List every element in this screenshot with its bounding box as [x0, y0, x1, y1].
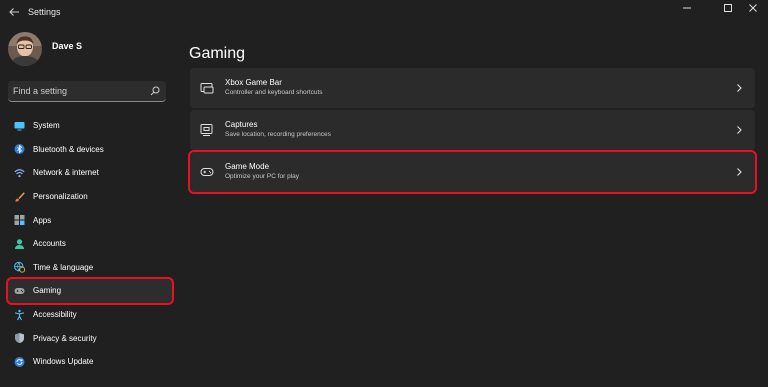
capture-icon	[200, 124, 213, 136]
user-name: Dave S	[52, 41, 83, 51]
sidebar-item-label: Accessibility	[33, 310, 77, 320]
sidebar-item-label: Network & internet	[33, 168, 99, 178]
sidebar-item-gaming[interactable]: Gaming	[6, 277, 174, 305]
card-title: Captures	[225, 120, 258, 129]
card-subtitle: Optimize your PC for play	[225, 173, 300, 180]
minimize-icon	[683, 7, 691, 9]
avatar[interactable]	[8, 32, 42, 66]
sidebar-item-bluetooth-devices[interactable]: Bluetooth & devices	[8, 138, 172, 162]
minimize-button[interactable]	[672, 0, 702, 16]
sidebar-item-time-language[interactable]: Time & language	[8, 256, 172, 280]
sidebar-item-label: Gaming	[33, 286, 62, 296]
card-title: Game Mode	[225, 162, 270, 171]
card-captures[interactable]: Captures Save location, recording prefer…	[190, 110, 755, 150]
accessibility-icon	[14, 309, 25, 320]
person-icon	[14, 238, 25, 249]
sidebar-item-label: Accounts	[33, 239, 66, 249]
chevron-right-icon	[737, 168, 742, 176]
bluetooth-icon	[14, 144, 25, 155]
sidebar-item-privacy-security[interactable]: Privacy & security	[8, 326, 172, 350]
page-title: Gaming	[189, 44, 246, 62]
back-arrow-icon[interactable]	[8, 6, 20, 18]
maximize-icon	[724, 4, 732, 12]
sidebar-nav: System Bluetooth & devices Network & int…	[6, 114, 174, 374]
sidebar-item-label: Apps	[33, 215, 52, 225]
sidebar-item-label: Windows Update	[33, 357, 94, 367]
sidebar-item-apps[interactable]: Apps	[8, 208, 172, 232]
sidebar-item-label: Personalization	[33, 192, 88, 202]
close-button[interactable]	[738, 0, 768, 16]
search-input[interactable]	[13, 83, 143, 99]
user-photo	[8, 32, 42, 66]
sidebar-item-label: System	[33, 121, 60, 131]
monitor-icon	[14, 120, 25, 131]
wifi-icon	[14, 167, 25, 178]
chevron-right-icon	[737, 84, 742, 92]
sidebar-item-label: Bluetooth & devices	[33, 144, 104, 154]
globe-clock-icon	[14, 262, 25, 273]
title-bar: Settings	[0, 0, 768, 26]
sidebar-item-windows-update[interactable]: Windows Update	[8, 350, 172, 374]
sidebar-item-accessibility[interactable]: Accessibility	[8, 303, 172, 327]
chevron-right-icon	[737, 126, 742, 134]
card-subtitle: Controller and keyboard shortcuts	[225, 89, 323, 96]
shield-icon	[14, 333, 25, 344]
game-mode-icon	[200, 168, 214, 176]
sidebar-item-label: Time & language	[33, 262, 94, 272]
apps-icon	[14, 215, 25, 226]
close-icon	[749, 4, 757, 12]
sidebar-item-system[interactable]: System	[8, 114, 172, 138]
card-title: Xbox Game Bar	[225, 78, 282, 87]
sidebar-item-label: Privacy & security	[33, 333, 97, 343]
card-xbox-game-bar[interactable]: Xbox Game Bar Controller and keyboard sh…	[190, 68, 755, 108]
app-title: Settings	[28, 7, 61, 17]
sidebar-item-accounts[interactable]: Accounts	[8, 232, 172, 256]
game-bar-icon	[200, 83, 214, 94]
brush-icon	[14, 191, 25, 202]
search-icon[interactable]	[150, 86, 160, 96]
card-game-mode[interactable]: Game Mode Optimize your PC for play	[188, 150, 757, 194]
controller-icon	[14, 285, 25, 296]
sidebar-item-personalization[interactable]: Personalization	[8, 185, 172, 209]
card-subtitle: Save location, recording preferences	[225, 131, 331, 138]
search-box[interactable]	[8, 81, 166, 102]
update-icon	[14, 356, 25, 367]
sidebar-item-network-internet[interactable]: Network & internet	[8, 161, 172, 185]
